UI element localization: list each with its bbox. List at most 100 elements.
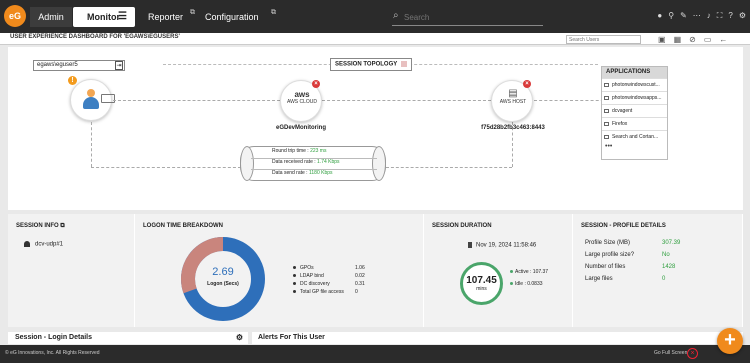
aws-cloud-sub: AWS CLOUD (286, 99, 318, 105)
back-arrow-icon[interactable]: ← (719, 35, 727, 44)
external-link-icon: ⧉ (190, 9, 195, 16)
session-start-date: Nov 19, 2024 11:58:46 (468, 242, 536, 249)
error-icon: × (312, 80, 320, 88)
logon-donut-chart: 2.69 Logon (Secs) (179, 235, 267, 328)
full-screen-link[interactable]: Go Full Screen (654, 350, 687, 356)
warning-icon: ! (68, 76, 77, 85)
eg-logo[interactable]: eG (4, 5, 26, 27)
applications-panel: APPLICATIONS photonwindowscust... photon… (601, 66, 668, 160)
page-title: USER EXPERIENCE DASHBOARD FOR 'EGAWS\EGU… (10, 34, 180, 40)
window-icon (604, 95, 609, 100)
logon-total-value: 2.69 (212, 266, 234, 278)
window-icon (604, 121, 609, 126)
window-icon (604, 82, 609, 87)
connector-host-apps (534, 100, 609, 101)
bell-icon[interactable]: ♪ (707, 11, 711, 21)
logon-total-label: Logon (Secs) (207, 281, 239, 287)
add-button[interactable]: + (717, 328, 743, 354)
topology-title-text: SESSION TOPOLOGY (335, 61, 398, 68)
maximize-icon[interactable]: ⛶ (717, 11, 723, 21)
session-duration-panel: SESSION DURATION Nov 19, 2024 11:58:46 1… (424, 214, 573, 327)
duration-ring: 107.45 mins (460, 262, 503, 305)
window-icon (604, 134, 609, 139)
copy-icon[interactable]: ⧉ (60, 223, 64, 229)
search-users-input[interactable] (566, 35, 641, 44)
top-icons: ● ⚲ ✎ ⋯ ♪ ⛶ ? ⚙ (657, 11, 746, 21)
hamburger-menu-icon[interactable]: ☰ (118, 7, 127, 27)
logon-breakdown-panel: LOGON TIME BREAKDOWN 2.69 Logon (Secs) G… (135, 214, 424, 327)
aws-cloud-icon: aws AWS CLOUD (281, 90, 323, 105)
app-item[interactable]: Firefox (602, 117, 667, 130)
session-user: dcv-udp#1 (24, 241, 63, 248)
wrench-icon[interactable]: ✎ (680, 11, 687, 21)
profile-row: Large profile size? No (585, 252, 670, 258)
aws-host-sub: AWS HOST (499, 99, 527, 105)
duration-unit: mins (476, 286, 487, 292)
login-details-title: Session - Login Details (15, 334, 93, 341)
alerts-title: Alerts For This User (258, 334, 325, 341)
legend-row: Total GP file access 0 (293, 289, 365, 297)
footer: © eG Innovations, Inc. All Rights Reserv… (0, 345, 750, 363)
profile-details-title: SESSION - PROFILE DETAILS (581, 223, 666, 229)
user-selector-label: egaws\eguser5 (37, 62, 78, 68)
active-stat: Active : 107.37 (510, 269, 548, 275)
applications-title: APPLICATIONS (602, 67, 667, 78)
copyright: © eG Innovations, Inc. All Rights Reserv… (5, 350, 100, 356)
profile-details-panel: SESSION - PROFILE DETAILS Profile Size (… (573, 214, 743, 327)
more-apps-button[interactable]: ••• (602, 143, 667, 150)
session-info-panel: SESSION INFO ⧉ dcv-udp#1 (8, 214, 135, 327)
help-icon[interactable]: ? (728, 11, 732, 21)
logon-breakdown-title: LOGON TIME BREAKDOWN (143, 223, 223, 229)
tab-reporter-label: Reporter (148, 12, 184, 22)
tab-monitor[interactable]: Monitor ☰ (73, 7, 135, 27)
title-toolbar: ▣ ▦ ⊘ ▭ ← (658, 35, 727, 44)
profile-row: Large files 0 (585, 276, 666, 282)
link-icon[interactable]: ⚲ (668, 11, 674, 21)
legend-row: DC discovery 0.31 (293, 281, 365, 289)
data-send-metric: Data send rate : 1180 Kbps (272, 170, 333, 176)
round-trip-metric: Round trip time : 223 ms (272, 148, 327, 154)
grid-icon[interactable]: ▦ (674, 35, 682, 44)
app-item[interactable]: dcvagent (602, 104, 667, 117)
data-received-metric: Data received rate : 1.74 Kbps (272, 159, 340, 165)
search-input[interactable] (404, 10, 540, 25)
tab-configuration-label: Configuration (205, 12, 259, 22)
connector-user-cloud (113, 100, 280, 101)
topology-title: SESSION TOPOLOGY (330, 58, 413, 71)
ellipsis-icon[interactable]: ⋯ (693, 11, 701, 21)
tab-reporter[interactable]: Reporter ⧉ (148, 7, 195, 27)
app-item[interactable]: photonwindowsapps... (602, 91, 667, 104)
settings-icon[interactable]: ⚙ (739, 11, 746, 21)
logon-legend: GPOs 1.06 LDAP bind 0.02 DC discovery 0.31 … (293, 265, 365, 297)
user-selector[interactable]: egaws\eguser5 ⇥ (33, 60, 125, 71)
error-icon: × (523, 80, 531, 88)
user-icon[interactable]: ● (657, 11, 662, 21)
connector-from-tunnel (386, 167, 512, 168)
idle-stat: Idle : 0.0833 (510, 281, 543, 287)
layout-icon[interactable]: ▣ (658, 35, 666, 44)
session-info-title: SESSION INFO ⧉ (16, 223, 65, 229)
connector-user-down (91, 122, 92, 167)
app-item[interactable]: photonwindowscust... (602, 78, 667, 91)
profile-row: Number of files 1428 (585, 264, 676, 270)
duration-value: 107.45 (466, 275, 497, 286)
login-details-section: Session - Login Details ⚙ (8, 332, 248, 344)
close-icon[interactable]: × (687, 348, 698, 359)
app-item[interactable]: Search and Cortan... (602, 130, 667, 143)
search-icon: ⌕ (393, 10, 399, 21)
tab-admin[interactable]: Admin (30, 7, 72, 27)
tab-configuration[interactable]: Configuration ⧉ (205, 7, 276, 27)
flag-icon (401, 61, 408, 67)
logout-icon[interactable]: ⇥ (115, 61, 123, 70)
user-icon (24, 241, 30, 247)
eye-off-icon[interactable]: ⊘ (689, 35, 696, 44)
gear-icon[interactable]: ⚙ (236, 333, 243, 342)
monitor-icon[interactable]: ▭ (704, 35, 712, 44)
connector-cloud-host (322, 100, 491, 101)
connector-to-tunnel (91, 167, 241, 168)
legend-row: GPOs 1.06 (293, 265, 365, 273)
window-icon (604, 108, 609, 113)
cloud-name: eGDevMonitoring (275, 125, 326, 131)
hourglass-icon (468, 242, 472, 248)
profile-row: Profile Size (MB) 307.39 (585, 240, 681, 246)
